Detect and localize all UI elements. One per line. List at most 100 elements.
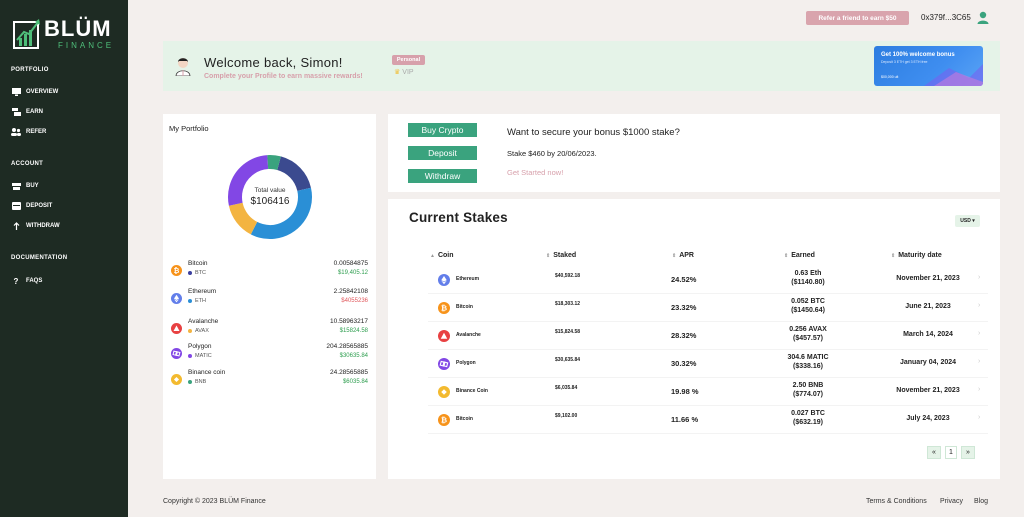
table-row[interactable]: ₿ Bitcoin $9,102.00 11.66 % 0.027 BTC ($6… <box>428 406 988 434</box>
asset-row-avalanche[interactable]: Avalanche AVAX 10.58963217 $15824.58 <box>163 318 376 340</box>
table-row[interactable]: Polygon $30,635.84 30.32% 304.6 MATIC ($3… <box>428 350 988 378</box>
table-row[interactable]: ₿ Bitcoin $18,303.12 23.32% 0.052 BTC ($1… <box>428 294 988 322</box>
sidebar-item-label: BUY <box>26 183 39 189</box>
privacy-link[interactable]: Privacy <box>940 498 963 505</box>
vip-status: ♛ VIP <box>394 68 414 77</box>
pagination-page[interactable]: 1 <box>945 446 957 459</box>
stake-apr: 24.52% <box>671 275 697 284</box>
total-value: $106416 <box>250 196 290 207</box>
asset-value: $19,405.12 <box>337 270 368 276</box>
pagination-prev[interactable]: « <box>927 446 941 459</box>
row-more-icon[interactable]: › <box>978 330 980 337</box>
complete-profile-link[interactable]: Complete your Profile to earn massive re… <box>204 73 363 80</box>
arrow-up-icon <box>11 222 21 231</box>
sidebar-item-earn[interactable]: EARN <box>11 106 43 118</box>
sort-icon: ⇕ <box>672 253 677 259</box>
refer-friend-button[interactable]: Refer a friend to earn $50 <box>806 11 909 25</box>
asset-row-ethereum[interactable]: Ethereum ETH 2.25842108 $4055236 <box>163 288 376 310</box>
column-header-coin[interactable]: ▲ Coin <box>430 252 454 259</box>
account-type-badge: Personal <box>392 55 425 65</box>
pagination-next[interactable]: » <box>961 446 975 459</box>
sidebar-item-label: WITHDRAW <box>26 223 60 229</box>
cart-icon <box>11 182 21 191</box>
stake-maturity: January 04, 2024 <box>899 359 957 366</box>
polygon-icon <box>438 358 450 370</box>
asset-symbol: MATIC <box>195 353 212 359</box>
sidebar-item-overview[interactable]: OVERVIEW <box>11 86 58 98</box>
terms-link[interactable]: Terms & Conditions <box>866 498 927 505</box>
asset-row-binance[interactable]: Binance coin BNB 24.28565885 $6035.84 <box>163 369 376 391</box>
sidebar-item-refer[interactable]: REFER <box>11 126 46 138</box>
asset-row-polygon[interactable]: Polygon MATIC 204.28565885 $30635.84 <box>163 343 376 365</box>
bonus-footer: $00,000 ult <box>881 75 899 79</box>
blog-link[interactable]: Blog <box>974 498 988 505</box>
column-header-staked[interactable]: ⇕ Staked <box>546 252 576 259</box>
asset-symbol: AVAX <box>195 328 209 334</box>
earned-fiat: ($1140.80) <box>791 279 825 286</box>
binance-icon <box>171 374 182 385</box>
stake-amount: $18,303.12 <box>555 301 581 307</box>
question-icon: ? <box>13 276 19 286</box>
asset-name: Bitcoin <box>188 260 208 267</box>
row-more-icon[interactable]: › <box>978 414 980 421</box>
column-label: Maturity date <box>898 252 942 259</box>
table-row[interactable]: Binance Coin $6,035.84 19.98 % 2.50 BNB (… <box>428 378 988 406</box>
bonus-cta-title: Want to secure your bonus $1000 stake? <box>507 127 680 138</box>
stake-earned: 0.052 BTC ($1450.64) <box>778 297 838 315</box>
currency-select[interactable]: USD ▾ <box>955 215 980 227</box>
sort-icon: ⇕ <box>546 253 551 259</box>
bonus-line: Deposit 3 ETH get 3 ETH free <box>881 60 928 64</box>
asset-name: Ethereum <box>188 288 217 295</box>
series-dot <box>188 380 192 384</box>
deposit-button[interactable]: Deposit <box>408 146 477 160</box>
stake-earned: 0.256 AVAX ($457.57) <box>778 325 838 343</box>
welcome-bonus-card[interactable]: Get 100% welcome bonus Deposit 3 ETH get… <box>874 46 983 86</box>
sidebar-item-label: OVERVIEW <box>26 89 59 95</box>
asset-symbol: ETH <box>195 298 206 304</box>
earned-fiat: ($338.16) <box>793 363 823 370</box>
earned-crypto: 304.6 MATIC <box>787 354 829 361</box>
row-more-icon[interactable]: › <box>978 358 980 365</box>
table-row[interactable]: Ethereum $40,592.18 24.52% 0.63 Eth ($114… <box>428 266 988 294</box>
logo-chart-icon <box>13 19 40 49</box>
stake-apr: 30.32% <box>671 359 697 368</box>
sort-up-icon: ▲ <box>430 253 435 259</box>
asset-row-bitcoin[interactable]: ₿ Bitcoin BTC 0.00584875 $19,405.12 <box>163 260 376 282</box>
column-header-apr[interactable]: ⇕ APR <box>672 252 694 259</box>
stake-coin: Bitcoin <box>456 304 473 310</box>
column-header-maturity[interactable]: ⇕ Maturity date <box>891 252 942 259</box>
user-icon[interactable] <box>977 11 989 24</box>
welcome-banner: Welcome back, Simon! Complete your Profi… <box>163 41 1000 91</box>
section-account: ACCOUNT <box>11 161 44 167</box>
asset-symbol-row: BNB <box>188 379 206 385</box>
withdraw-button[interactable]: Withdraw <box>408 169 477 183</box>
svg-text:₿: ₿ <box>174 267 180 275</box>
row-more-icon[interactable]: › <box>978 302 980 309</box>
get-started-link[interactable]: Get Started now! <box>507 168 563 177</box>
avatar <box>175 58 191 76</box>
row-more-icon[interactable]: › <box>978 386 980 393</box>
wallet-address[interactable]: 0x379f...3C65 <box>921 13 971 22</box>
sidebar-item-deposit[interactable]: DEPOSIT <box>11 200 52 212</box>
buy-crypto-button[interactable]: Buy Crypto <box>408 123 477 137</box>
table-row[interactable]: Avalanche $15,824.58 28.32% 0.256 AVAX ($… <box>428 322 988 350</box>
earn-icon <box>11 108 21 117</box>
sidebar-item-buy[interactable]: BUY <box>11 180 39 192</box>
logo[interactable]: BLÜM FINANCE <box>12 14 122 54</box>
stake-apr: 11.66 % <box>671 415 699 424</box>
asset-symbol-row: BTC <box>188 270 206 276</box>
column-label: APR <box>679 252 694 259</box>
stake-coin: Avalanche <box>456 332 481 338</box>
sidebar-item-label: EARN <box>26 109 44 115</box>
section-portfolio: PORTFOLIO <box>11 67 49 73</box>
column-header-earned[interactable]: ⇕ Earned <box>784 252 815 259</box>
row-more-icon[interactable]: › <box>978 274 980 281</box>
sidebar-item-withdraw[interactable]: WITHDRAW <box>11 220 60 232</box>
monitor-icon <box>11 88 21 97</box>
stake-amount: $6,035.84 <box>555 385 578 391</box>
stake-coin: Ethereum <box>456 276 480 282</box>
sidebar: BLÜM FINANCE PORTFOLIO OVERVIEW EARN REF… <box>0 0 128 517</box>
earned-crypto: 0.052 BTC <box>791 298 825 305</box>
sidebar-item-faqs[interactable]: ? FAQS <box>11 275 43 287</box>
series-dot <box>188 329 192 333</box>
